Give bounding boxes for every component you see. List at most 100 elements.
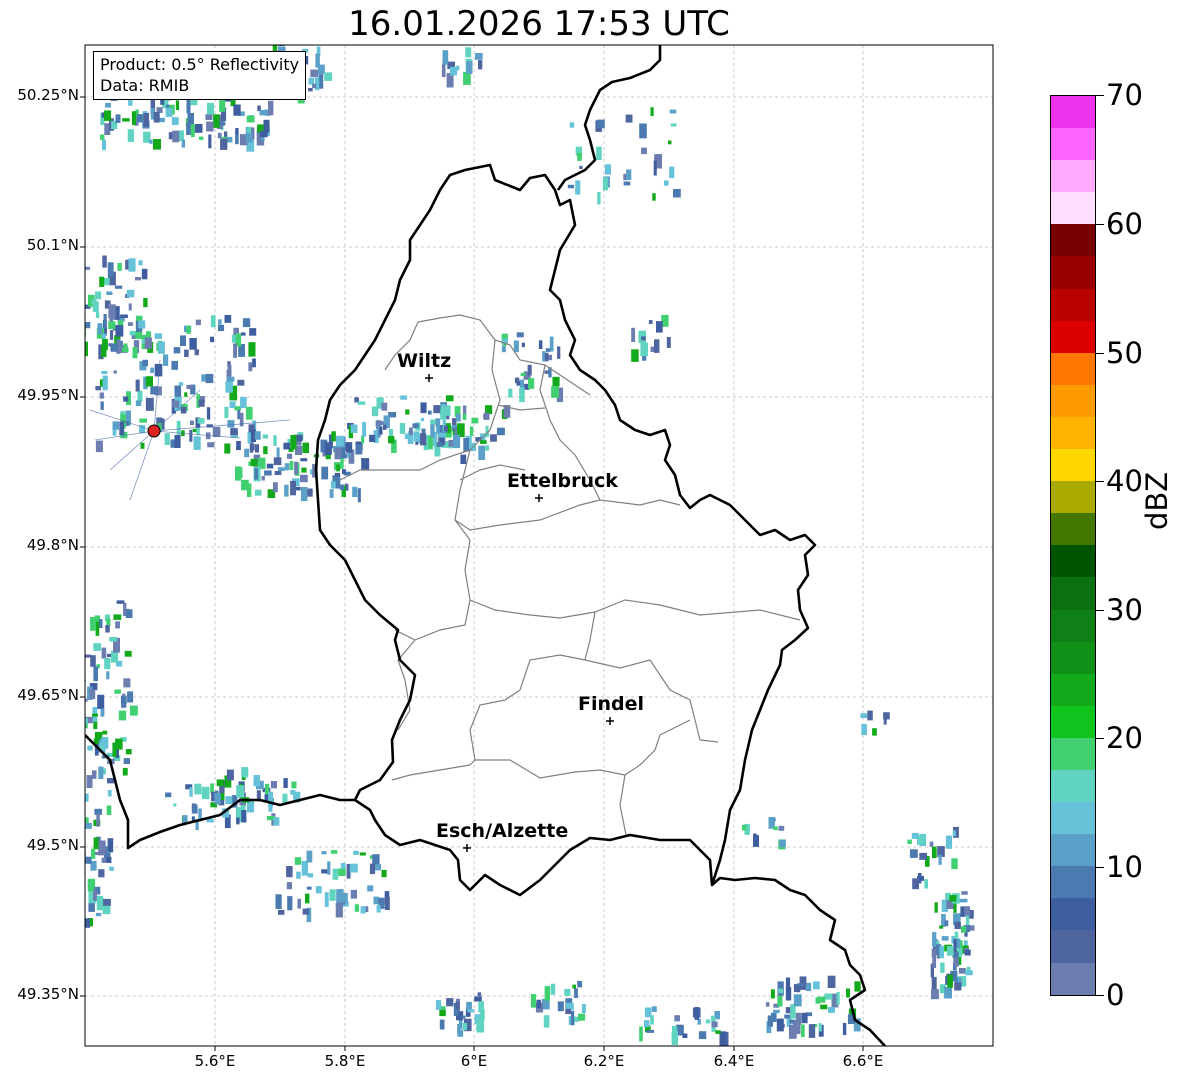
radar-echo-cell: [302, 442, 309, 454]
radar-echo-cell: [399, 423, 406, 434]
radar-echo-cell: [361, 458, 370, 470]
radar-echo-cell: [514, 377, 520, 384]
radar-echo-cell: [85, 266, 91, 270]
radar-echo-cell: [777, 981, 784, 996]
radar-echo-cell: [575, 180, 581, 195]
radar-echo-cell: [342, 469, 347, 474]
radar-echo-cell: [565, 1008, 571, 1015]
radar-echo-cell: [41, 323, 46, 334]
radar-echo-cell: [97, 323, 103, 335]
radar-echo-cell: [101, 647, 107, 659]
radar-echo-cell: [99, 392, 104, 399]
colorbar-segment: [1051, 192, 1095, 225]
radar-echo-cell: [210, 336, 215, 343]
radar-echo-cell: [206, 407, 211, 420]
radar-echo-cell: [241, 332, 246, 336]
radar-echo-cell: [436, 423, 440, 434]
radar-echo-cell: [597, 119, 605, 129]
radar-echo-cell: [959, 898, 968, 903]
radar-echo-cell: [219, 121, 226, 126]
lon-label: 6.2°E: [583, 1052, 625, 1070]
radar-echo-cell: [934, 902, 938, 913]
radar-echo-cell: [439, 1009, 446, 1017]
colorbar-segment: [1051, 384, 1095, 417]
radar-echo-cell: [854, 981, 861, 992]
radar-echo-cell: [99, 276, 105, 287]
radar-echo-cell: [154, 333, 162, 339]
radar-echo-cell: [126, 289, 135, 298]
radar-echo-cell: [225, 796, 233, 805]
radar-echo-cell: [671, 1031, 678, 1045]
radar-echo-cell: [252, 358, 256, 368]
radar-echo-cell: [931, 948, 937, 958]
radar-echo-cell: [224, 443, 231, 454]
radar-echo-cell: [201, 786, 210, 800]
radar-echo-cell: [947, 974, 953, 988]
lon-label: 5.6°E: [194, 1052, 236, 1070]
radar-echo-cell: [70, 882, 73, 890]
radar-echo-cell: [123, 678, 131, 688]
radar-echo-cell: [289, 34, 295, 38]
radar-echo-cell: [291, 781, 297, 789]
radar-echo-cell: [501, 345, 506, 353]
radar-echo-cell: [186, 99, 191, 114]
radar-echo-cell: [273, 817, 280, 826]
radar-echo-cell: [778, 825, 785, 831]
radar-echo-cell: [106, 618, 111, 626]
radar-echo-cell: [765, 1002, 770, 1007]
colorbar-segment: [1051, 449, 1095, 482]
lat-label: 50.25°N: [17, 86, 79, 104]
radar-echo-cell: [287, 896, 293, 911]
radar-echo-cell: [321, 466, 329, 480]
radar-echo-cell: [224, 315, 232, 323]
radar-echo-cell: [581, 1004, 586, 1014]
radar-echo-cell: [192, 428, 197, 433]
product-label: Product: 0.5° Reflectivity: [100, 55, 300, 74]
radar-echo-cell: [550, 983, 556, 995]
radar-echo-cell: [552, 376, 560, 387]
radar-echo-cell: [321, 851, 327, 855]
radar-echo-cell: [384, 896, 390, 910]
radar-echo-cell: [805, 982, 812, 992]
radar-echo-cell: [965, 970, 973, 976]
colorbar-tick-label: 10: [1106, 850, 1143, 884]
colorbar-segment: [1051, 481, 1095, 514]
radar-echo-cell: [308, 88, 313, 92]
radar-echo-cell: [324, 72, 333, 81]
radar-echo-cell: [194, 349, 199, 356]
colorbar-segment: [1051, 962, 1095, 995]
radar-echo-cell: [107, 790, 112, 797]
radar-echo-cell: [80, 262, 85, 269]
radar-echo-cell: [119, 421, 125, 435]
radar-echo-cell: [214, 792, 221, 805]
radar-echo-cell: [275, 894, 282, 909]
radar-echo-cell: [241, 810, 247, 823]
radar-echo-cell: [290, 790, 296, 795]
colorbar: [1050, 95, 1096, 996]
radar-echo-cell: [549, 336, 554, 352]
radar-echo-cell: [46, 293, 54, 304]
radar-echo-cell: [268, 100, 274, 116]
radar-echo-cell: [77, 618, 81, 623]
radar-echo-cell: [476, 1017, 485, 1033]
radar-echo-cell: [73, 809, 78, 821]
radar-echo-cell: [125, 609, 133, 618]
radar-echo-cell: [190, 124, 195, 138]
radar-echo-cell: [92, 301, 99, 312]
radar-echo-cell: [331, 431, 336, 442]
radar-echo-cell: [497, 427, 505, 436]
product-info-box: Product: 0.5° Reflectivity Data: RMIB: [93, 51, 307, 100]
radar-echo-cell: [449, 66, 458, 76]
radar-echo-cell: [118, 710, 127, 721]
radar-echo-cell: [345, 442, 353, 453]
radar-echo-cell: [193, 436, 201, 450]
radar-echo-cell: [478, 445, 486, 460]
radar-echo-cell: [705, 1019, 711, 1024]
radar-echo-cell: [74, 265, 78, 271]
radar-echo-cell: [52, 293, 59, 299]
radar-echo-cell: [435, 1000, 442, 1010]
radar-echo-cell: [122, 118, 130, 122]
radar-echo-cell: [85, 718, 88, 725]
radar-echo-cell: [175, 100, 180, 111]
radar-echo-cell: [103, 278, 110, 286]
